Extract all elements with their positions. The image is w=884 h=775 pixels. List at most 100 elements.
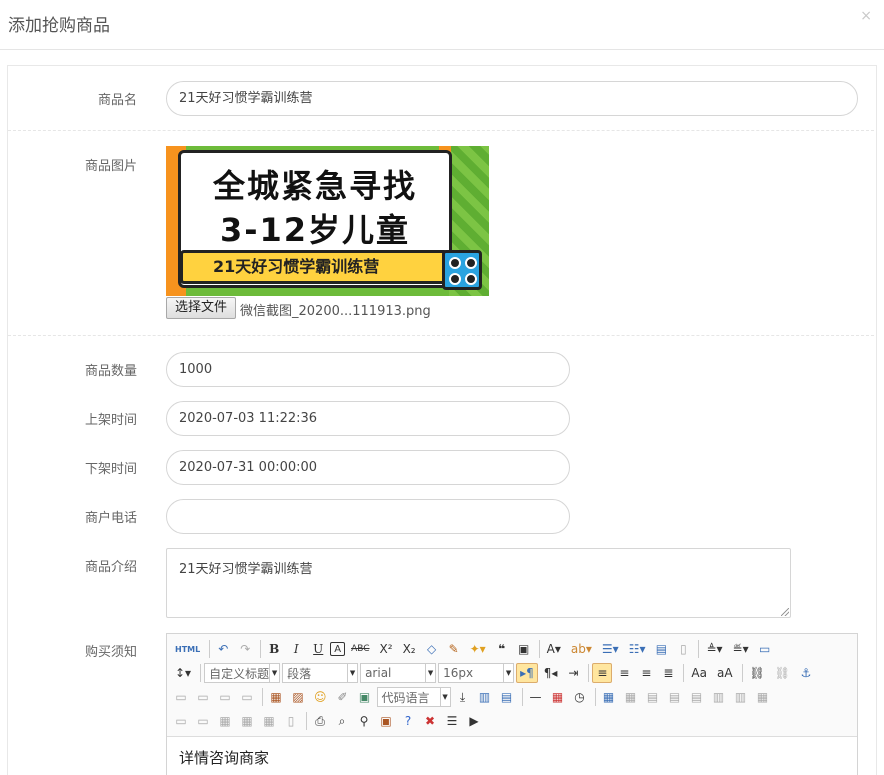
split-cols-icon[interactable]: ▦ bbox=[259, 711, 279, 731]
search-replace-icon[interactable]: ⚲ bbox=[354, 711, 374, 731]
product-name-label: 商品名 bbox=[97, 93, 137, 108]
delete-table-icon[interactable]: ▦ bbox=[621, 687, 641, 707]
editor-content[interactable]: 详情咨询商家 bbox=[167, 738, 857, 775]
blockquote-icon[interactable]: ❝ bbox=[492, 639, 512, 659]
merge-down-icon[interactable]: ▭ bbox=[193, 711, 213, 731]
redo-icon[interactable]: ↷ bbox=[235, 639, 255, 659]
row-spacing-bottom-icon[interactable]: ≝▾ bbox=[729, 639, 753, 659]
undo-icon[interactable]: ↶ bbox=[213, 639, 233, 659]
image-left-icon[interactable]: ▭ bbox=[193, 687, 213, 707]
align-right-icon[interactable]: ≡ bbox=[636, 663, 656, 683]
time-icon[interactable]: ◷ bbox=[570, 687, 590, 707]
insert-paragraph-before-table-icon[interactable]: ▤ bbox=[643, 687, 663, 707]
product-intro-textarea[interactable]: 21天好习惯学霸训练营 bbox=[166, 548, 791, 618]
close-icon[interactable]: × bbox=[860, 9, 872, 23]
indent-icon[interactable]: ⇥ bbox=[563, 663, 583, 683]
auto-format-icon[interactable]: ✦▾ bbox=[466, 639, 490, 659]
paste-plain-icon[interactable]: ▣ bbox=[514, 639, 534, 659]
row-spacing-top-icon[interactable]: ≜▾ bbox=[702, 639, 726, 659]
html-source-button[interactable]: HTML bbox=[171, 639, 204, 659]
merchant-phone-input[interactable] bbox=[166, 499, 570, 534]
image-ribbon: 21天好习惯学霸训练营 bbox=[180, 250, 448, 284]
merchant-phone-label: 商户电话 bbox=[84, 511, 137, 526]
dialog-title: 添加抢购商品 bbox=[8, 16, 110, 36]
split-cells-icon[interactable]: ▦ bbox=[215, 711, 235, 731]
image-none-icon[interactable]: ▭ bbox=[171, 687, 191, 707]
paragraph-select[interactable]: 段落 ▼ bbox=[282, 663, 359, 683]
product-image-preview: 全城紧急寻找 3-12岁儿童 21天好习惯学霸训练营 bbox=[166, 146, 489, 296]
product-name-input[interactable]: 21天好习惯学霸训练营 bbox=[166, 81, 858, 116]
quantity-input[interactable]: 1000 bbox=[166, 352, 570, 387]
bold-icon[interactable]: B bbox=[264, 639, 284, 659]
lowercase-icon[interactable]: aA bbox=[713, 663, 737, 683]
insert-row-icon[interactable]: ▤ bbox=[665, 687, 685, 707]
align-center-icon[interactable]: ≡ bbox=[614, 663, 634, 683]
link-icon[interactable]: ⛓ bbox=[746, 663, 769, 683]
highlight-color-icon[interactable]: ab▾ bbox=[567, 639, 596, 659]
image-headline: 全城紧急寻找 bbox=[212, 167, 417, 205]
subscript-icon[interactable]: X₂ bbox=[399, 639, 420, 659]
select-all-icon[interactable]: ▤ bbox=[651, 639, 671, 659]
line-height-icon[interactable]: ↕▾ bbox=[171, 663, 195, 683]
table-attr-icon[interactable]: ▯ bbox=[281, 711, 301, 731]
insert-table-icon[interactable]: ▦ bbox=[599, 687, 619, 707]
align-left-icon[interactable]: ≡ bbox=[592, 663, 613, 683]
strikethrough-icon[interactable]: ABC bbox=[347, 639, 373, 659]
editor-toolbar: HTML ↶ ↷ B I U A ABC X² X₂ ◇ ✎ ✦▾ ❝ ▣ A▾… bbox=[167, 634, 857, 737]
clear-doc-icon[interactable]: ▯ bbox=[673, 639, 693, 659]
purchase-notice-label: 购买须知 bbox=[84, 645, 137, 660]
eraser-icon[interactable]: ◇ bbox=[422, 639, 442, 659]
horizontal-rule-icon[interactable]: — bbox=[526, 687, 546, 707]
image-right-icon[interactable]: ▭ bbox=[215, 687, 235, 707]
insert-image-icon[interactable]: ▨ bbox=[288, 687, 308, 707]
emotion-icon[interactable]: ☺ bbox=[310, 687, 331, 707]
off-shelf-time-input[interactable]: 2020-07-31 00:00:00 bbox=[166, 450, 570, 485]
code-language-select[interactable]: 代码语言 ▼ bbox=[376, 687, 451, 707]
italic-icon[interactable]: I bbox=[286, 639, 306, 659]
product-intro-text: 21天好习惯学霸训练营 bbox=[179, 562, 313, 577]
ordered-list-icon[interactable]: ☰▾ bbox=[598, 639, 623, 659]
anchor-icon[interactable]: ⚓ bbox=[796, 663, 816, 683]
scrawl-icon[interactable]: ✐ bbox=[333, 687, 353, 707]
insert-col-icon[interactable]: ▥ bbox=[709, 687, 729, 707]
simple-upload-icon[interactable]: ▦ bbox=[266, 687, 286, 707]
image-subheadline: 3-12岁儿童 bbox=[219, 211, 411, 249]
file-name: 微信截图_20200...111913.png bbox=[240, 304, 431, 319]
font-family-select[interactable]: arial ▼ bbox=[360, 663, 437, 683]
merge-cells-icon[interactable]: ▦ bbox=[753, 687, 773, 707]
insert-frame-icon[interactable]: ☰ bbox=[442, 711, 462, 731]
autotypeset-icon[interactable]: ✖ bbox=[420, 711, 440, 731]
template-icon[interactable]: ▥ bbox=[475, 687, 495, 707]
unlink-icon[interactable]: ⛓ bbox=[771, 663, 794, 683]
help-icon[interactable]: ? bbox=[398, 711, 418, 731]
insert-music-icon[interactable]: ▶ bbox=[464, 711, 484, 731]
font-color-icon[interactable]: A▾ bbox=[543, 639, 565, 659]
delete-col-icon[interactable]: ▥ bbox=[731, 687, 751, 707]
custom-title-select[interactable]: 自定义标题 ▼ bbox=[204, 663, 281, 683]
underline-icon[interactable]: U bbox=[308, 639, 328, 659]
choose-file-button[interactable]: 选择文件 bbox=[166, 297, 237, 319]
on-shelf-time-input[interactable]: 2020-07-03 11:22:36 bbox=[166, 401, 570, 436]
font-border-icon[interactable]: A bbox=[330, 642, 346, 656]
superscript-icon[interactable]: X² bbox=[376, 639, 397, 659]
delete-row-icon[interactable]: ▤ bbox=[687, 687, 707, 707]
print-preview-icon[interactable]: ⌕ bbox=[332, 711, 352, 731]
split-rows-icon[interactable]: ▦ bbox=[237, 711, 257, 731]
print-icon[interactable]: ⎙ bbox=[310, 711, 330, 731]
page-break-icon[interactable]: ⤓ bbox=[453, 687, 473, 707]
align-justify-icon[interactable]: ≣ bbox=[658, 663, 678, 683]
insert-video-icon[interactable]: ▣ bbox=[355, 687, 375, 707]
date-icon[interactable]: ▦ bbox=[548, 687, 568, 707]
resize-handle-icon[interactable] bbox=[781, 608, 789, 616]
font-size-select[interactable]: 16px ▼ bbox=[438, 663, 515, 683]
uppercase-icon[interactable]: Aa bbox=[687, 663, 711, 683]
unordered-list-icon[interactable]: ☷▾ bbox=[625, 639, 650, 659]
preview-icon[interactable]: ▭ bbox=[755, 639, 775, 659]
format-brush-icon[interactable]: ✎ bbox=[444, 639, 464, 659]
merge-right-icon[interactable]: ▭ bbox=[171, 711, 191, 731]
rtl-direction-icon[interactable]: ¶◂ bbox=[540, 663, 562, 683]
drafts-icon[interactable]: ▣ bbox=[376, 711, 396, 731]
background-icon[interactable]: ▤ bbox=[497, 687, 517, 707]
ltr-direction-icon[interactable]: ▸¶ bbox=[516, 663, 538, 683]
image-center-icon[interactable]: ▭ bbox=[237, 687, 257, 707]
